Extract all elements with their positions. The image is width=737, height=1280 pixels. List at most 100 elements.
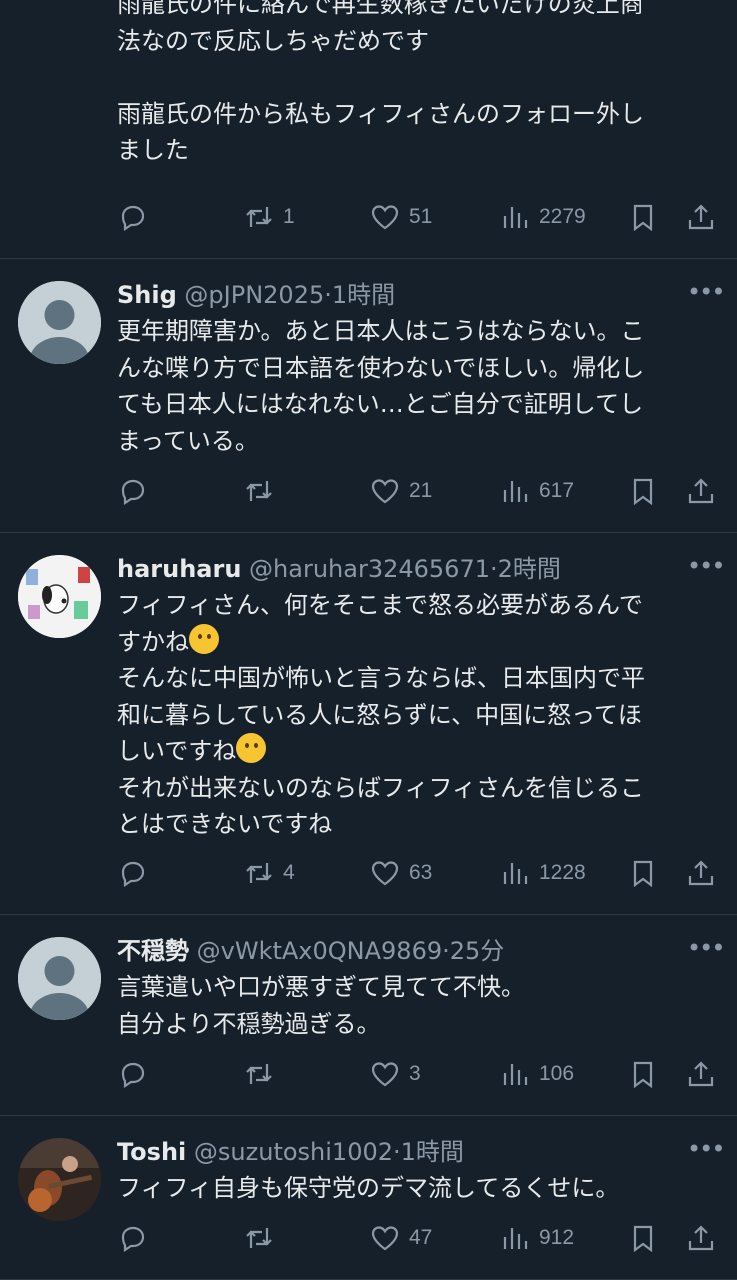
display-name[interactable]: 不穏勢 (117, 937, 189, 965)
timestamp[interactable]: 1時間 (332, 281, 395, 309)
tweet[interactable]: 雨龍氏の件に絡んで再生数稼ぎたいだけの炎上商 法なので反応しちゃだめです 雨龍氏… (0, 0, 737, 259)
share-icon (688, 1225, 714, 1251)
tweet[interactable]: Toshi @suzutoshi1002·1時間 ••• フィフィ自身も保守党の… (0, 1116, 737, 1280)
views-icon (503, 1064, 528, 1085)
retweet-button[interactable]: 1 (243, 197, 295, 237)
views-count: 912 (539, 1226, 575, 1249)
views-button[interactable]: 106 (499, 1054, 574, 1094)
share-button[interactable] (685, 853, 717, 893)
like-button[interactable]: 21 (369, 471, 432, 511)
tweet-header: 不穏勢 @vWktAx0QNA9869·25分 (117, 937, 505, 965)
avatar[interactable] (18, 937, 101, 1020)
bookmark-button[interactable] (627, 1054, 659, 1094)
like-button[interactable]: 51 (369, 197, 432, 237)
like-count: 47 (409, 1226, 433, 1249)
avatar[interactable] (18, 1138, 101, 1221)
share-icon (688, 478, 714, 504)
views-button[interactable]: 1228 (499, 853, 586, 893)
tweet-header: Toshi @suzutoshi1002·1時間 (117, 1138, 464, 1166)
tweet[interactable]: 不穏勢 @vWktAx0QNA9869·25分 ••• 言葉遣いや口が悪すぎて見… (0, 915, 737, 1116)
reply-icon (121, 1226, 145, 1253)
share-button[interactable] (685, 1218, 717, 1258)
tweet-actions: 21 617 (117, 471, 717, 511)
bookmark-button[interactable] (627, 471, 659, 511)
views-button[interactable]: 2279 (499, 197, 586, 237)
like-button[interactable]: 63 (369, 853, 432, 893)
tweet-actions: 3 106 (117, 1054, 717, 1094)
heart-icon (371, 205, 399, 230)
like-count: 3 (409, 1062, 421, 1085)
views-button[interactable]: 912 (499, 1218, 574, 1258)
retweet-count: 1 (283, 205, 295, 228)
reply-button[interactable] (117, 1054, 149, 1094)
share-icon (688, 204, 714, 230)
tweet-actions: 47 912 (117, 1218, 717, 1258)
retweet-button[interactable] (243, 1218, 275, 1258)
views-count: 106 (539, 1062, 575, 1085)
bookmark-icon (633, 860, 653, 888)
retweet-button[interactable] (243, 1054, 275, 1094)
tweet-text: 更年期障害か。あと日本人はこうはならない。こ んな喋り方で日本語を使わないでほし… (117, 317, 645, 455)
reply-icon (121, 479, 145, 506)
handle[interactable]: @suzutoshi1002 (194, 1138, 393, 1166)
reply-icon (121, 205, 145, 232)
like-button[interactable]: 3 (369, 1054, 421, 1094)
heart-icon (371, 1226, 399, 1251)
retweet-button[interactable]: 4 (243, 853, 295, 893)
bookmark-button[interactable] (627, 1218, 659, 1258)
share-icon (688, 860, 714, 886)
display-name[interactable]: Shig (117, 281, 177, 309)
tweet[interactable]: haruharu @haruhar32465671·2時間 ••• フィフィさん… (0, 533, 737, 915)
more-icon[interactable]: ••• (687, 277, 725, 313)
views-count: 1228 (539, 861, 586, 884)
more-icon[interactable]: ••• (687, 1134, 725, 1170)
tweet-text: フィフィ自身も保守党のデマ流してるくせに。 (117, 1174, 620, 1202)
reply-button[interactable] (117, 1218, 149, 1258)
bookmark-button[interactable] (627, 853, 659, 893)
tweet-actions: 1 51 2279 (117, 197, 717, 237)
avatar[interactable] (18, 555, 101, 638)
handle[interactable]: @pJPN2025 (184, 281, 324, 309)
tweet-text: 雨龍氏の件に絡んで再生数稼ぎたいだけの炎上商 法なので反応しちゃだめです 雨龍氏… (117, 0, 645, 164)
like-count: 21 (409, 479, 433, 502)
tweet-text: 言葉遣いや口が悪すぎて見てて不快。 自分より不穏勢過ぎる。 (117, 973, 525, 1038)
views-icon (503, 207, 528, 228)
avatar[interactable] (18, 281, 101, 364)
like-button[interactable]: 47 (369, 1218, 432, 1258)
bookmark-button[interactable] (627, 197, 659, 237)
views-icon (503, 481, 528, 502)
reply-button[interactable] (117, 197, 149, 237)
reply-button[interactable] (117, 471, 149, 511)
tweet-text: フィフィさん、何をそこまで怒る必要があるんで すかね そんなに中国が怖いと言うな… (117, 591, 645, 838)
handle[interactable]: @vWktAx0QNA9869 (197, 937, 442, 965)
tweet-header: haruharu @haruhar32465671·2時間 (117, 555, 561, 583)
share-button[interactable] (685, 197, 717, 237)
timestamp[interactable]: 2時間 (498, 555, 561, 583)
like-count: 51 (409, 205, 433, 228)
tweet-header: Shig @pJPN2025·1時間 (117, 281, 396, 309)
more-icon[interactable]: ••• (687, 933, 725, 969)
views-icon (503, 863, 528, 884)
timestamp[interactable]: 1時間 (401, 1138, 464, 1166)
more-icon[interactable]: ••• (687, 551, 725, 587)
retweet-button[interactable] (243, 471, 275, 511)
views-count: 617 (539, 479, 575, 502)
tweet[interactable]: Shig @pJPN2025·1時間 ••• 更年期障害か。あと日本人はこうはな… (0, 259, 737, 533)
display-name[interactable]: haruharu (117, 555, 241, 583)
heart-icon (371, 1062, 399, 1087)
bookmark-icon (633, 1061, 653, 1089)
reply-button[interactable] (117, 853, 149, 893)
retweet-icon (246, 1064, 272, 1084)
guitar-photo-avatar-icon (18, 1138, 101, 1221)
snoopy-avatar-icon (18, 555, 101, 638)
share-button[interactable] (685, 471, 717, 511)
retweet-count: 4 (283, 861, 295, 884)
timestamp[interactable]: 25分 (450, 937, 505, 965)
share-button[interactable] (685, 1054, 717, 1094)
default-avatar-icon (18, 281, 101, 364)
views-icon (503, 1228, 528, 1249)
handle[interactable]: @haruhar32465671 (249, 555, 490, 583)
display-name[interactable]: Toshi (117, 1138, 186, 1166)
retweet-icon (246, 481, 272, 501)
views-button[interactable]: 617 (499, 471, 574, 511)
